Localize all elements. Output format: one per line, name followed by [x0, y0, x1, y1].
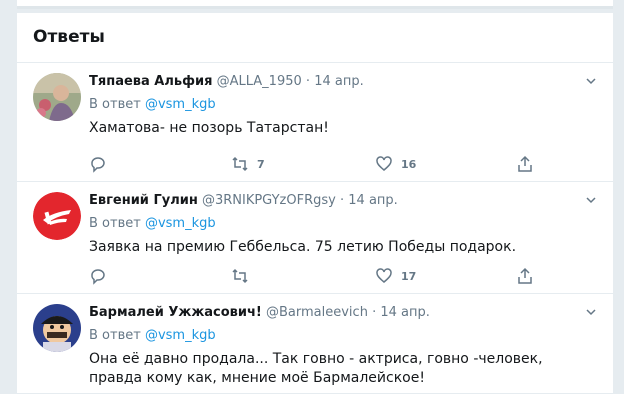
like-button[interactable]: 17 — [375, 267, 416, 285]
retweet-button[interactable]: 7 — [231, 155, 265, 173]
reply-context: В ответ @vsm_kgb — [89, 327, 597, 345]
reply-button[interactable] — [89, 155, 107, 173]
heart-icon — [376, 156, 392, 171]
replies-header: Ответы — [17, 13, 613, 63]
author-name[interactable]: Бармалей Ужжасович! — [89, 305, 262, 320]
tweet-date[interactable]: 14 апр. — [348, 193, 398, 208]
separator-dot: · — [339, 193, 345, 208]
reply-icon — [91, 157, 105, 173]
reply-context: В ответ @vsm_kgb — [89, 96, 597, 114]
tweet-text: Хаматова- не позорь Татарстан! — [89, 120, 329, 136]
reply-context: В ответ @vsm_kgb — [89, 215, 597, 233]
like-button[interactable]: 16 — [375, 155, 416, 173]
reply-tweet[interactable]: Евгений Гулин @3RNIKPGYzOFRgsy · 14 апр.… — [17, 182, 613, 294]
chevron-down-icon[interactable] — [585, 306, 597, 318]
share-icon — [518, 267, 532, 284]
share-button[interactable] — [516, 155, 534, 173]
reply-prefix: В ответ — [89, 97, 141, 112]
reply-to-link[interactable]: @vsm_kgb — [145, 97, 216, 112]
replies-title: Ответы — [33, 27, 105, 47]
reply-prefix: В ответ — [89, 328, 141, 343]
tweet-actions: 7 16 — [89, 155, 532, 173]
avatar[interactable] — [33, 304, 81, 352]
author-name[interactable]: Евгений Гулин — [89, 193, 198, 208]
separator-dot: · — [372, 305, 377, 320]
author-handle[interactable]: @ALLA_1950 — [217, 74, 302, 89]
cartoon-pirate-avatar-icon — [33, 304, 81, 352]
chevron-down-icon[interactable] — [585, 75, 597, 87]
reply-tweet[interactable]: Тяпаева Альфия @ALLA_1950 · 14 апр. В от… — [17, 63, 613, 182]
share-button[interactable] — [516, 267, 534, 285]
previous-tweet-card-edge — [16, 0, 614, 10]
tweet-header: Евгений Гулин @3RNIKPGYzOFRgsy · 14 апр. — [89, 192, 597, 210]
tweet-header: Тяпаева Альфия @ALLA_1950 · 14 апр. — [89, 73, 597, 91]
reply-to-link[interactable]: @vsm_kgb — [145, 216, 216, 231]
avatar[interactable] — [33, 192, 81, 240]
tweet-date[interactable]: 14 апр. — [380, 305, 430, 320]
reply-to-link[interactable]: @vsm_kgb — [145, 328, 216, 343]
reply-tweet[interactable]: Бармалей Ужжасович! @Barmaleevich · 14 а… — [17, 294, 613, 394]
retweet-icon — [232, 268, 248, 284]
reply-icon — [91, 269, 105, 285]
separator-dot: · — [305, 74, 311, 89]
author-handle[interactable]: @Barmaleevich — [266, 305, 368, 320]
reply-button[interactable] — [89, 267, 107, 285]
pobeda-logo-avatar-icon — [33, 192, 81, 240]
tweet-text: Заявка на премию Геббельса. 75 летию Поб… — [89, 239, 517, 255]
chevron-down-icon[interactable] — [585, 194, 597, 206]
like-count: 17 — [401, 269, 417, 283]
avatar[interactable] — [33, 73, 81, 121]
like-count: 16 — [401, 157, 417, 171]
tweet-date[interactable]: 14 апр. — [314, 74, 364, 89]
retweet-button[interactable] — [231, 267, 257, 285]
person-photo-avatar-icon — [33, 73, 81, 121]
heart-icon — [376, 268, 392, 283]
replies-panel: Ответы Тяпаева Альфия @ALLA_1950 · 14 ап… — [16, 13, 614, 393]
retweet-icon — [232, 156, 248, 172]
author-handle[interactable]: @3RNIKPGYzOFRgsy — [202, 193, 336, 208]
reply-prefix: В ответ — [89, 216, 141, 231]
share-icon — [518, 155, 532, 172]
tweet-actions: 17 — [89, 267, 532, 285]
retweet-count: 7 — [257, 157, 265, 171]
tweet-text: Она её давно продала... Так говно - актр… — [89, 351, 543, 386]
author-name[interactable]: Тяпаева Альфия — [89, 74, 212, 89]
tweet-header: Бармалей Ужжасович! @Barmaleevich · 14 а… — [89, 304, 597, 322]
